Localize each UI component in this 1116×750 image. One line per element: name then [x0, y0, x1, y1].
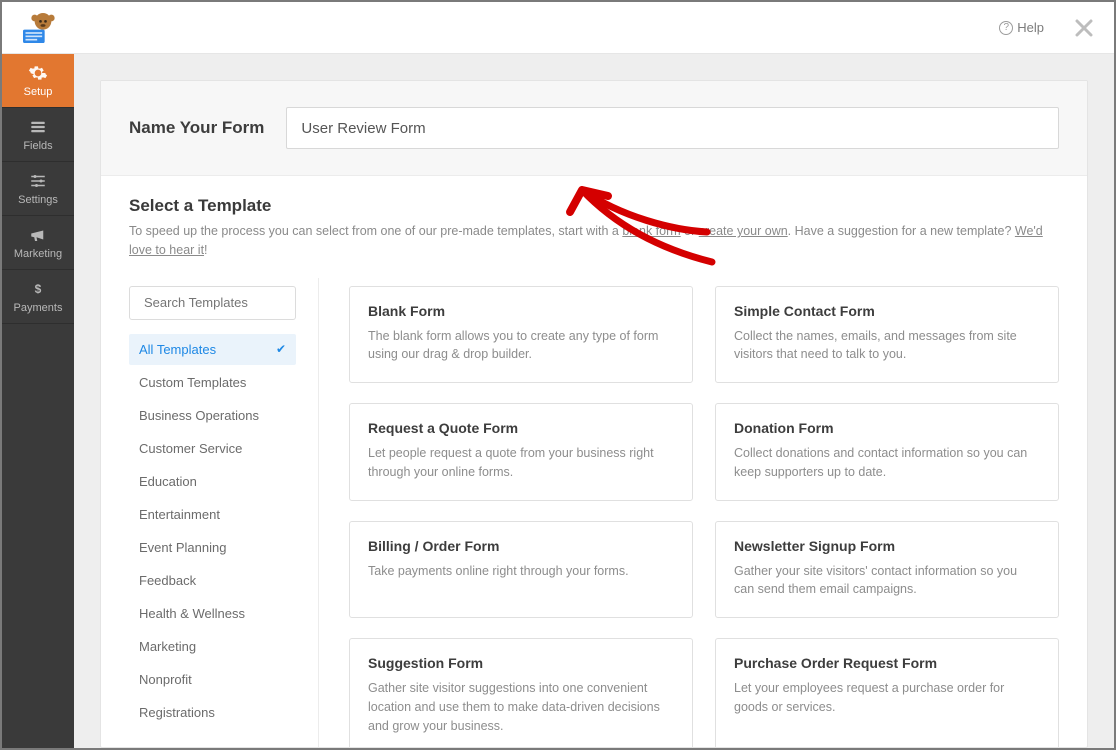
template-title: Blank Form	[368, 303, 674, 319]
template-card-blank-form[interactable]: Blank Form The blank form allows you to …	[349, 286, 693, 384]
category-label: Business Operations	[139, 408, 259, 423]
category-label: Nonprofit	[139, 672, 192, 687]
category-label: Entertainment	[139, 507, 220, 522]
template-desc: Collect the names, emails, and messages …	[734, 327, 1040, 365]
category-feedback[interactable]: Feedback	[129, 565, 296, 596]
category-nonprofit[interactable]: Nonprofit	[129, 664, 296, 695]
left-rail: Setup Fields Settings Marketing	[2, 54, 74, 748]
category-label: Customer Service	[139, 441, 242, 456]
category-marketing[interactable]: Marketing	[129, 631, 296, 662]
category-label: Marketing	[139, 639, 196, 654]
category-label: Custom Templates	[139, 375, 246, 390]
template-card-simple-contact-form[interactable]: Simple Contact Form Collect the names, e…	[715, 286, 1059, 384]
template-title: Purchase Order Request Form	[734, 655, 1040, 671]
category-list: All Templates ✔ Custom Templates Busines…	[129, 334, 296, 728]
template-card-newsletter-signup-form[interactable]: Newsletter Signup Form Gather your site …	[715, 521, 1059, 619]
template-desc: Gather site visitor suggestions into one…	[368, 679, 674, 735]
template-card-billing-order-form[interactable]: Billing / Order Form Take payments onlin…	[349, 521, 693, 619]
help-link[interactable]: ? Help	[991, 14, 1052, 41]
template-card-request-a-quote-form[interactable]: Request a Quote Form Let people request …	[349, 403, 693, 501]
app-logo	[16, 8, 60, 48]
template-title: Suggestion Form	[368, 655, 674, 671]
check-icon: ✔	[276, 342, 286, 356]
category-label: Education	[139, 474, 197, 489]
template-desc: Let people request a quote from your bus…	[368, 444, 674, 482]
rail-item-fields[interactable]: Fields	[2, 108, 74, 162]
select-template-helper: To speed up the process you can select f…	[101, 222, 1087, 278]
rail-label: Settings	[18, 194, 58, 206]
template-card-purchase-order-request-form[interactable]: Purchase Order Request Form Let your emp…	[715, 638, 1059, 747]
category-all-templates[interactable]: All Templates ✔	[129, 334, 296, 365]
create-your-own-link[interactable]: create your own	[699, 224, 788, 238]
category-education[interactable]: Education	[129, 466, 296, 497]
template-title: Newsletter Signup Form	[734, 538, 1040, 554]
rail-label: Fields	[23, 140, 52, 152]
rail-item-setup[interactable]: Setup	[2, 54, 74, 108]
category-label: All Templates	[139, 342, 216, 357]
template-title: Billing / Order Form	[368, 538, 674, 554]
select-template-heading: Select a Template	[129, 196, 1059, 216]
category-health-wellness[interactable]: Health & Wellness	[129, 598, 296, 629]
template-title: Simple Contact Form	[734, 303, 1040, 319]
category-label: Feedback	[139, 573, 196, 588]
svg-text:$: $	[35, 281, 42, 295]
category-label: Event Planning	[139, 540, 226, 555]
dollar-icon: $	[27, 280, 49, 298]
form-name-label: Name Your Form	[129, 118, 264, 138]
close-icon	[1075, 19, 1093, 37]
rail-item-marketing[interactable]: Marketing	[2, 216, 74, 270]
template-title: Donation Form	[734, 420, 1040, 436]
category-entertainment[interactable]: Entertainment	[129, 499, 296, 530]
category-label: Health & Wellness	[139, 606, 245, 621]
category-registrations[interactable]: Registrations	[129, 697, 296, 728]
gear-icon	[27, 64, 49, 82]
fields-icon	[27, 118, 49, 136]
sliders-icon	[27, 172, 49, 190]
rail-label: Payments	[14, 302, 63, 314]
template-desc: Take payments online right through your …	[368, 562, 674, 581]
blank-form-link[interactable]: blank form	[622, 224, 680, 238]
rail-label: Marketing	[14, 248, 62, 260]
category-label: Registrations	[139, 705, 215, 720]
search-templates[interactable]	[129, 286, 296, 320]
rail-label: Setup	[24, 86, 53, 98]
category-customer-service[interactable]: Customer Service	[129, 433, 296, 464]
rail-item-settings[interactable]: Settings	[2, 162, 74, 216]
search-input[interactable]	[144, 295, 320, 310]
help-icon: ?	[999, 21, 1013, 35]
category-event-planning[interactable]: Event Planning	[129, 532, 296, 563]
template-desc: Collect donations and contact informatio…	[734, 444, 1040, 482]
template-card-suggestion-form[interactable]: Suggestion Form Gather site visitor sugg…	[349, 638, 693, 747]
rail-item-payments[interactable]: $ Payments	[2, 270, 74, 324]
close-button[interactable]	[1064, 8, 1104, 48]
template-desc: Let your employees request a purchase or…	[734, 679, 1040, 717]
bullhorn-icon	[27, 226, 49, 244]
template-desc: The blank form allows you to create any …	[368, 327, 674, 365]
help-label: Help	[1017, 20, 1044, 35]
template-card-donation-form[interactable]: Donation Form Collect donations and cont…	[715, 403, 1059, 501]
template-title: Request a Quote Form	[368, 420, 674, 436]
form-name-input[interactable]	[286, 107, 1059, 149]
category-business-operations[interactable]: Business Operations	[129, 400, 296, 431]
template-desc: Gather your site visitors' contact infor…	[734, 562, 1040, 600]
category-custom-templates[interactable]: Custom Templates	[129, 367, 296, 398]
